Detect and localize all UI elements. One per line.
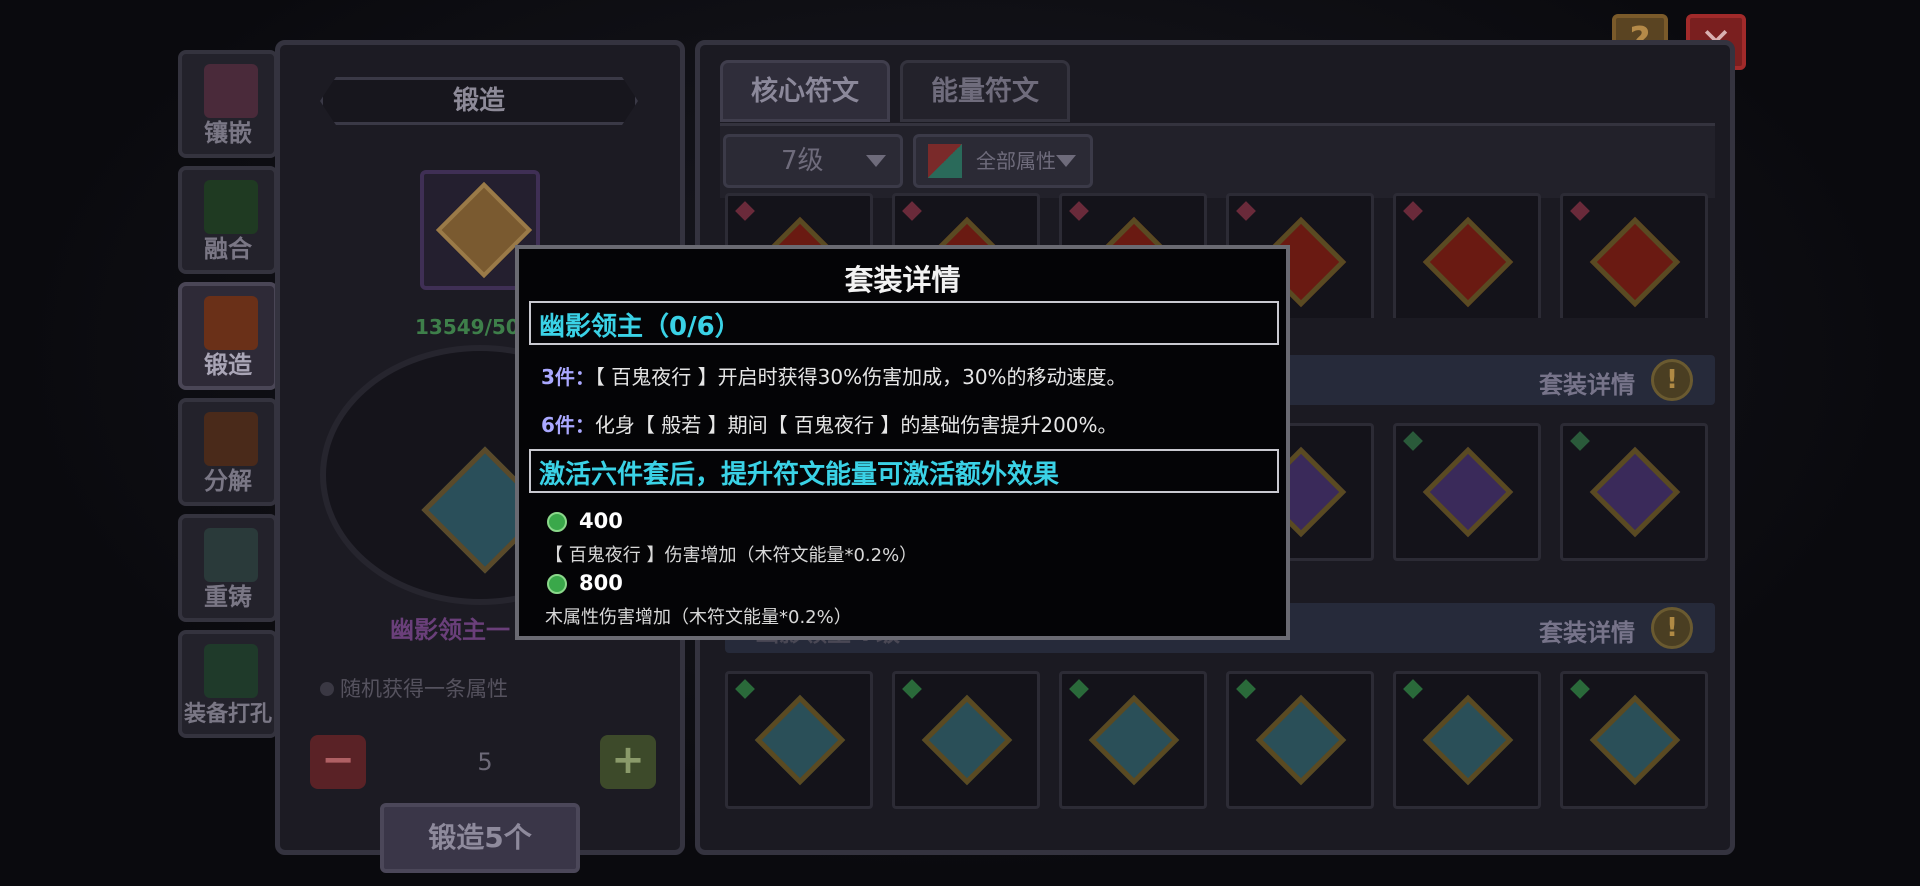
energy-value-1: 400 xyxy=(579,509,623,533)
inlay-icon xyxy=(204,64,258,118)
plus-button[interactable]: + xyxy=(600,735,656,789)
rune-cell[interactable] xyxy=(1560,671,1708,809)
bonus-6: 6件：化身【 般若 】期间【 百鬼夜行 】的基础伤害提升200%。 xyxy=(541,409,1118,438)
tab-fusion-label: 融合 xyxy=(204,235,252,263)
tab-forge-label: 锻造 xyxy=(204,351,252,379)
bonus-3-text: 【 百鬼夜行 】开启时获得30%伤害加成，30%的移动速度。 xyxy=(594,365,1127,389)
rune-grade-icon xyxy=(902,679,922,699)
attribute-select[interactable]: 全部属性 xyxy=(913,134,1093,188)
rune-wood-icon xyxy=(921,694,1013,786)
rune-wood-icon xyxy=(754,694,846,786)
tab-forge[interactable]: 锻造 xyxy=(178,282,278,390)
exclamation-icon[interactable]: ! xyxy=(1651,607,1693,649)
rune-wood-icon xyxy=(1088,694,1180,786)
fusion-icon xyxy=(204,180,258,234)
bonus-3-key: 3件： xyxy=(541,365,595,389)
rune-row-wood xyxy=(725,671,1715,809)
filter-bar: 7级 全部属性 xyxy=(720,123,1715,198)
set-header-box: 幽影领主（0/6） xyxy=(529,301,1279,345)
rune-cell[interactable] xyxy=(725,671,873,809)
tab-decompose-label: 分解 xyxy=(204,467,252,495)
rune-grade-icon xyxy=(735,679,755,699)
wood-energy-icon xyxy=(547,574,567,594)
rune-cell[interactable] xyxy=(1393,423,1541,561)
rune-cell[interactable] xyxy=(1393,671,1541,809)
forge-button[interactable]: 锻造5个 xyxy=(380,803,580,873)
tab-inlay[interactable]: 镶嵌 xyxy=(178,50,278,158)
rune-grade-icon xyxy=(1236,201,1256,221)
energy-value-2: 800 xyxy=(579,571,623,595)
tab-fusion[interactable]: 融合 xyxy=(178,166,278,274)
rune-cell[interactable] xyxy=(1226,671,1374,809)
rune-grade-icon xyxy=(1570,431,1590,451)
level-select[interactable]: 7级 xyxy=(723,134,903,188)
bonus-6-text: 化身【 般若 】期间【 百鬼夜行 】的基础伤害提升200%。 xyxy=(594,413,1118,437)
level-select-value: 7级 xyxy=(781,146,824,176)
forge-title: 锻造 xyxy=(320,77,638,125)
rune-grade-icon xyxy=(902,201,922,221)
set-details-popup: 套装详情 幽影领主（0/6） 3件：【 百鬼夜行 】开启时获得30%伤害加成，3… xyxy=(515,245,1290,640)
energy-tier-2: 800 xyxy=(547,571,623,595)
energy-desc-2: 木属性伤害增加（木符文能量*0.2%） xyxy=(545,607,852,628)
extra-header-box: 激活六件套后，提升符文能量可激活额外效果 xyxy=(529,449,1279,493)
tab-core-runes[interactable]: 核心符文 xyxy=(720,60,890,122)
forge-hint: 随机获得一条属性 xyxy=(320,673,508,703)
tab-equip-punch[interactable]: 装备打孔 xyxy=(178,630,278,738)
energy-tier-1: 400 xyxy=(547,509,623,533)
rune-wood-icon xyxy=(1255,694,1347,786)
punch-icon xyxy=(204,644,258,698)
rune-wood-icon xyxy=(1589,694,1681,786)
rune-grade-icon xyxy=(1403,201,1423,221)
rune-cell[interactable] xyxy=(1059,671,1207,809)
rune-grade-icon xyxy=(1403,679,1423,699)
wood-energy-icon xyxy=(547,512,567,532)
quantity-value[interactable]: 5 xyxy=(380,737,590,787)
rune-grade-icon xyxy=(1403,431,1423,451)
exclamation-icon[interactable]: ! xyxy=(1651,359,1693,401)
rune-grade-icon xyxy=(1069,679,1089,699)
tab-recast[interactable]: 重铸 xyxy=(178,514,278,622)
rune-grade-icon xyxy=(1570,679,1590,699)
attribute-select-value: 全部属性 xyxy=(976,149,1056,173)
rune-fire-icon xyxy=(1422,216,1514,308)
set-details-link[interactable]: 套装详情 xyxy=(1539,365,1635,400)
decompose-icon xyxy=(204,412,258,466)
forge-hint-text: 随机获得一条属性 xyxy=(340,677,508,701)
bonus-6-key: 6件： xyxy=(541,413,595,437)
rune-cell[interactable] xyxy=(1560,193,1708,318)
rune-wood-icon xyxy=(1422,694,1514,786)
recast-icon xyxy=(204,528,258,582)
minus-button[interactable]: − xyxy=(310,735,366,789)
extra-header: 激活六件套后，提升符文能量可激活额外效果 xyxy=(539,460,1060,490)
attribute-swatch-icon xyxy=(928,144,962,178)
rune-void-icon xyxy=(1422,446,1514,538)
tab-decompose[interactable]: 分解 xyxy=(178,398,278,506)
bonus-3: 3件：【 百鬼夜行 】开启时获得30%伤害加成，30%的移动速度。 xyxy=(541,361,1127,390)
tab-recast-label: 重铸 xyxy=(204,583,252,611)
rune-void-icon xyxy=(1589,446,1681,538)
set-header: 幽影领主（0/6） xyxy=(539,312,741,342)
rune-cell[interactable] xyxy=(892,671,1040,809)
set-details-link[interactable]: 套装详情 xyxy=(1539,613,1635,648)
chevron-down-icon xyxy=(1056,155,1076,167)
rune-cell[interactable] xyxy=(1560,423,1708,561)
rune-cell[interactable] xyxy=(1393,193,1541,318)
tab-inlay-label: 镶嵌 xyxy=(204,119,252,147)
energy-desc-1: 【 百鬼夜行 】伤害增加（木符文能量*0.2%） xyxy=(545,545,918,566)
rune-grade-icon xyxy=(1570,201,1590,221)
tab-equip-punch-label: 装备打孔 xyxy=(183,702,272,727)
chevron-down-icon xyxy=(866,155,886,167)
rune-grade-icon xyxy=(1069,201,1089,221)
rune-grade-icon xyxy=(735,201,755,221)
forge-item-name: 幽影领主一 xyxy=(390,616,510,644)
popup-title: 套装详情 xyxy=(844,263,961,297)
rune-fire-icon xyxy=(1589,216,1681,308)
rune-grade-icon xyxy=(1236,679,1256,699)
forge-icon xyxy=(204,296,258,350)
tab-energy-runes[interactable]: 能量符文 xyxy=(900,60,1070,122)
hint-dot-icon xyxy=(320,682,334,696)
